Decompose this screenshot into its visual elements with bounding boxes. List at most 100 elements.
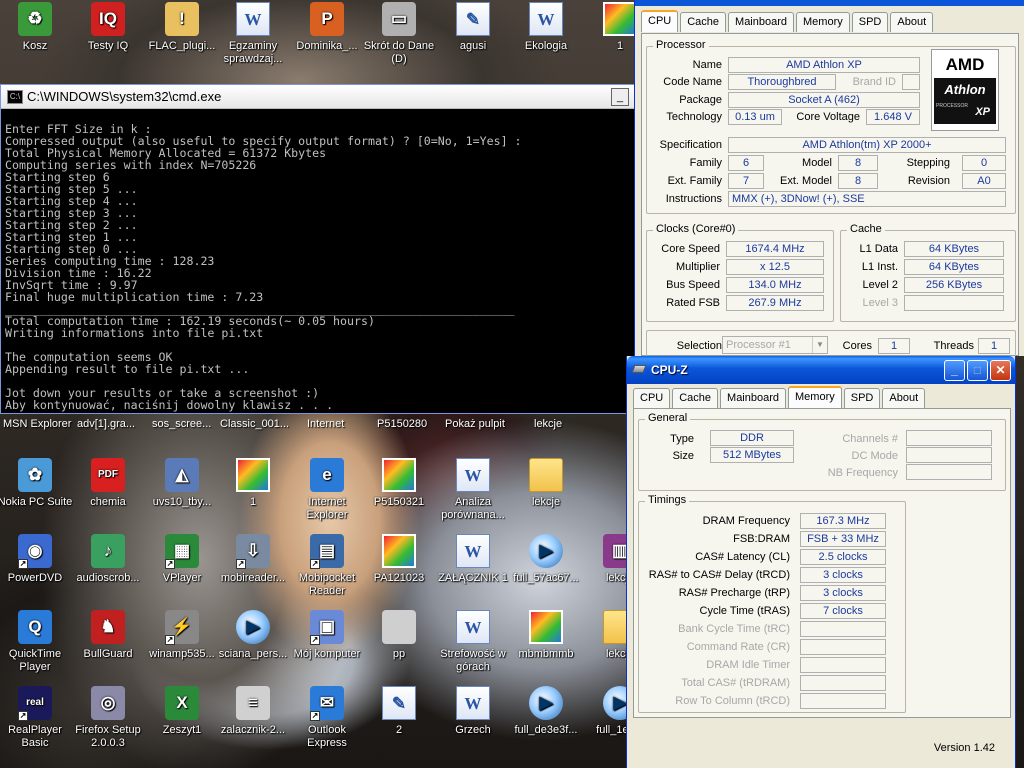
size-label: Size	[672, 450, 694, 462]
cpuz-cpu-tabs: CPU Cache Mainboard Memory SPD About	[641, 10, 934, 32]
desktop-icon[interactable]: W Grzech	[435, 686, 511, 737]
desktop-icon[interactable]: W Strefowość w górach	[435, 610, 511, 674]
desktop-icon-label: uvs10_tby...	[152, 496, 212, 508]
channels-value	[906, 430, 992, 446]
icon-glyph: Q	[28, 617, 42, 636]
tab-about[interactable]: About	[890, 12, 934, 32]
desktop-icon[interactable]: ◉ ↗ PowerDVD	[0, 534, 73, 585]
cpuz-memory-title-bar[interactable]: CPU-Z _ □ ✕	[627, 356, 1015, 384]
minimize-button[interactable]: _	[611, 88, 629, 106]
timing-value: 3 clocks	[800, 585, 886, 601]
cmd-title-bar[interactable]: C:\ C:\WINDOWS\system32\cmd.exe _	[1, 85, 635, 109]
dvd-icon: ◉ ↗	[18, 534, 52, 569]
desktop-icon-label[interactable]: sos_scree...	[152, 418, 211, 430]
desktop-icon[interactable]: PDF chemia	[70, 458, 146, 509]
desktop-icon[interactable]: W Egzaminy sprawdzaj...	[215, 2, 291, 66]
desktop-icon[interactable]: P Dominika_...	[289, 2, 365, 53]
tab-cpu[interactable]: CPU	[641, 10, 679, 32]
stepping-label: Stepping	[906, 157, 950, 169]
desktop-icon[interactable]: ▤ ↗ Mobipocket Reader	[289, 534, 365, 598]
desktop-icon[interactable]: ▦ ↗ VPlayer	[144, 534, 220, 585]
desktop-icon[interactable]: W ZAŁĄCZNIK 1	[435, 534, 511, 585]
desktop-icon-label: PA121023	[373, 572, 425, 584]
desktop-icon[interactable]: P5150321	[361, 458, 437, 509]
tab-cpu[interactable]: CPU	[633, 388, 671, 408]
desktop-icon[interactable]: ◎ Firefox Setup 2.0.0.3	[70, 686, 146, 750]
desktop-icon[interactable]: ▣ ↗ Mój komputer	[289, 610, 365, 661]
realplayer-icon: real ↗	[18, 686, 52, 721]
desktop-icon[interactable]: ≡ zalacznik-2...	[215, 686, 291, 737]
desktop-icon[interactable]: IQ Testy IQ	[70, 2, 146, 53]
installer-icon: ⇩ ↗	[236, 534, 270, 569]
desktop-icon[interactable]: ♞ BullGuard	[70, 610, 146, 661]
desktop-icon-label: 2	[395, 724, 403, 736]
desktop-icon[interactable]: W Analiza porównana...	[435, 458, 511, 522]
desktop-icon[interactable]: PA121023	[361, 534, 437, 585]
desktop-icon-label[interactable]: lekcje	[534, 418, 562, 430]
desktop-icon[interactable]: e Internet Explorer	[289, 458, 365, 522]
tab-cache[interactable]: Cache	[672, 388, 719, 408]
timing-value	[800, 675, 886, 691]
minimize-button[interactable]: _	[944, 360, 965, 381]
desktop-icon[interactable]: ▶ sciana_pers...	[215, 610, 291, 661]
processor-select[interactable]: Processor #1 ▼	[722, 336, 828, 354]
desktop-icon-label: Zeszyt1	[162, 724, 202, 736]
desktop-icon[interactable]: pp	[361, 610, 437, 661]
desktop-icon[interactable]: ▭ Skrót do Dane (D)	[361, 2, 437, 66]
desktop-icon[interactable]: ✉ ↗ Outlook Express	[289, 686, 365, 750]
desktop-icon[interactable]: ⇩ ↗ mobireader...	[215, 534, 291, 585]
cmd-window[interactable]: C:\ C:\WINDOWS\system32\cmd.exe _ Enter …	[0, 84, 636, 414]
desktop-icon-label[interactable]: Pokaż pulpit	[445, 418, 505, 430]
tab-memory[interactable]: Memory	[788, 386, 842, 408]
desktop-icon[interactable]: ✿ Nokia PC Suite	[0, 458, 73, 509]
recycle-bin-icon: ♻	[18, 2, 52, 36]
desktop-icon[interactable]: ✎ agusi	[435, 2, 511, 53]
revision-value: A0	[962, 173, 1006, 189]
model-label: Model	[802, 157, 832, 169]
maximize-button[interactable]: □	[967, 360, 988, 381]
tab-spd[interactable]: SPD	[851, 12, 889, 32]
cpuz-cpu-title-bar[interactable]	[635, 0, 1024, 6]
extmodel-label: Ext. Model	[780, 175, 832, 187]
tab-mainboard[interactable]: Mainboard	[720, 388, 787, 408]
desktop-icon[interactable]: X Zeszyt1	[144, 686, 220, 737]
desktop-icon[interactable]: ▶ full_57ac67...	[508, 534, 584, 585]
desktop-icon[interactable]: lekcje	[508, 458, 584, 509]
desktop-icon-label: BullGuard	[83, 648, 133, 660]
console-line: Appending result to file pi.txt ...	[5, 362, 250, 376]
desktop-icon-label[interactable]: Classic_001...	[220, 418, 289, 430]
console-output[interactable]: Enter FFT Size in k : Compressed output (…	[5, 123, 631, 413]
desktop-icon[interactable]: ! FLAC_plugi...	[144, 2, 220, 53]
desktop-icon[interactable]: mbmbmmb	[508, 610, 584, 661]
desktop-icon[interactable]: W Ekologia	[508, 2, 584, 53]
media-file-icon: ▶	[529, 686, 563, 720]
desktop-icon-label[interactable]: Internet	[307, 418, 344, 430]
desktop-icon-label: QuickTime Player	[8, 648, 62, 673]
icon-glyph: e	[322, 465, 332, 484]
desktop-icon[interactable]: real ↗ RealPlayer Basic	[0, 686, 73, 750]
tab-memory[interactable]: Memory	[796, 12, 850, 32]
tab-cache[interactable]: Cache	[680, 12, 727, 32]
desktop-icon-label[interactable]: MSN Explorer	[3, 418, 71, 430]
cpuz-cpu-window[interactable]: CPU Cache Mainboard Memory SPD About Processo…	[634, 0, 1024, 358]
desktop-icon[interactable]: Q QuickTime Player	[0, 610, 73, 674]
icon-glyph: ▶	[539, 541, 553, 560]
desktop-icon-label[interactable]: adv[1].gra...	[77, 418, 135, 430]
tab-spd[interactable]: SPD	[843, 388, 881, 408]
desktop-icon[interactable]: ♪ audioscrob...	[70, 534, 146, 585]
media-file-icon: ▶	[529, 534, 563, 568]
desktop-icon-label[interactable]: P5150280	[377, 418, 427, 430]
desktop-icon[interactable]: ✎ 2	[361, 686, 437, 737]
cache-l3-label: Level 3	[862, 297, 898, 309]
tab-mainboard[interactable]: Mainboard	[728, 12, 795, 32]
threads-label: Threads	[933, 340, 974, 352]
desktop-icon[interactable]: ⚡ ↗ winamp535...	[144, 610, 220, 661]
close-button[interactable]: ✕	[990, 360, 1011, 381]
athlon-logo-text: Athlon	[934, 78, 996, 102]
desktop-icon[interactable]: ♻ Kosz	[0, 2, 73, 53]
cpuz-memory-window[interactable]: CPU-Z _ □ ✕ CPU Cache Mainboard Memory SPD Ab…	[626, 356, 1016, 768]
desktop-icon[interactable]: 1	[215, 458, 291, 509]
desktop-icon[interactable]: ▶ full_de3e3f...	[508, 686, 584, 737]
desktop-icon[interactable]: ◭ uvs10_tby...	[144, 458, 220, 509]
tab-about[interactable]: About	[882, 388, 926, 408]
